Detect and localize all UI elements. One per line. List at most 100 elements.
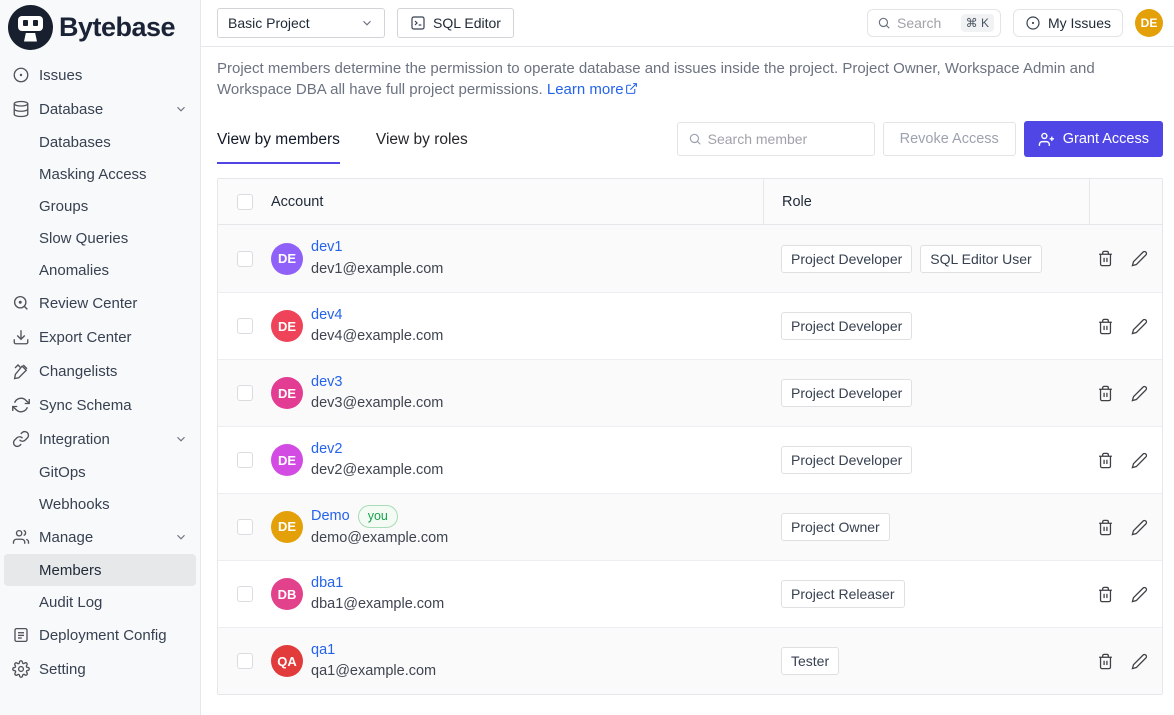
row-checkbox[interactable] bbox=[237, 519, 253, 535]
sql-editor-label: SQL Editor bbox=[433, 15, 501, 31]
project-select-value: Basic Project bbox=[228, 15, 310, 31]
sidebar-item-webhooks[interactable]: Webhooks bbox=[4, 488, 196, 520]
delete-member-button[interactable] bbox=[1097, 586, 1114, 603]
member-name-link[interactable]: qa1 bbox=[311, 640, 436, 661]
select-all-checkbox[interactable] bbox=[237, 194, 253, 210]
external-link-icon bbox=[625, 80, 638, 93]
sql-editor-button[interactable]: SQL Editor bbox=[397, 8, 514, 38]
edit-member-button[interactable] bbox=[1131, 519, 1148, 536]
sidebar-item-slow-queries[interactable]: Slow Queries bbox=[4, 222, 196, 254]
search-member-input[interactable]: Search member bbox=[677, 122, 875, 156]
sidebar-item-masking-access[interactable]: Masking Access bbox=[4, 158, 196, 190]
grant-access-label: Grant Access bbox=[1063, 131, 1149, 147]
grant-access-button[interactable]: Grant Access bbox=[1024, 121, 1163, 157]
search-member-placeholder: Search member bbox=[708, 131, 808, 147]
member-name-link[interactable]: Demo bbox=[311, 506, 350, 527]
row-checkbox[interactable] bbox=[237, 653, 253, 669]
project-select[interactable]: Basic Project bbox=[217, 8, 385, 38]
users-icon bbox=[12, 528, 30, 546]
brand-name: Bytebase bbox=[59, 12, 175, 43]
role-chip: Project Developer bbox=[781, 446, 912, 474]
row-checkbox[interactable] bbox=[237, 318, 253, 334]
sidebar-item-anomalies[interactable]: Anomalies bbox=[4, 254, 196, 286]
sidebar-item-audit-log[interactable]: Audit Log bbox=[4, 586, 196, 618]
sidebar-item-databases[interactable]: Databases bbox=[4, 126, 196, 158]
delete-member-button[interactable] bbox=[1097, 318, 1114, 335]
avatar: DE bbox=[271, 243, 303, 275]
chevron-down-icon bbox=[174, 530, 188, 544]
tab-view-by-members[interactable]: View by members bbox=[217, 131, 340, 164]
sidebar-item-manage[interactable]: Manage bbox=[4, 520, 196, 554]
edit-member-button[interactable] bbox=[1131, 250, 1148, 267]
edit-member-button[interactable] bbox=[1131, 653, 1148, 670]
row-checkbox[interactable] bbox=[237, 586, 253, 602]
sidebar-item-label: Review Center bbox=[39, 295, 137, 312]
sidebar-item-database[interactable]: Database bbox=[4, 92, 196, 126]
member-name-link[interactable]: dev2 bbox=[311, 439, 443, 460]
download-icon bbox=[12, 328, 30, 346]
sidebar-item-label: Setting bbox=[39, 661, 86, 678]
global-search-input[interactable]: Search ⌘ K bbox=[867, 9, 1001, 37]
edit-member-button[interactable] bbox=[1131, 385, 1148, 402]
role-chip: Project Developer bbox=[781, 245, 912, 273]
user-avatar[interactable]: DE bbox=[1135, 9, 1163, 37]
tab-view-by-roles[interactable]: View by roles bbox=[376, 131, 468, 164]
member-name-link[interactable]: dba1 bbox=[311, 573, 444, 594]
sidebar-item-label: Webhooks bbox=[39, 496, 110, 513]
member-controls: Search member Revoke Access Grant Access bbox=[677, 121, 1163, 164]
sidebar-item-groups[interactable]: Groups bbox=[4, 190, 196, 222]
terminal-square-icon bbox=[410, 15, 426, 31]
delete-member-button[interactable] bbox=[1097, 250, 1114, 267]
member-name-link[interactable]: dev1 bbox=[311, 237, 443, 258]
role-chip: Tester bbox=[781, 647, 839, 675]
sidebar-item-setting[interactable]: Setting bbox=[4, 652, 196, 686]
search-placeholder: Search bbox=[897, 15, 955, 31]
edit-member-button[interactable] bbox=[1131, 452, 1148, 469]
sidebar-item-sync-schema[interactable]: Sync Schema bbox=[4, 388, 196, 422]
member-email: dev3@example.com bbox=[311, 393, 443, 414]
actions-column-header bbox=[1089, 179, 1162, 224]
sidebar-item-label: GitOps bbox=[39, 464, 86, 481]
sidebar-item-review-center[interactable]: Review Center bbox=[4, 286, 196, 320]
sidebar-item-members[interactable]: Members bbox=[4, 554, 196, 586]
circle-dot-icon bbox=[12, 66, 30, 84]
row-checkbox[interactable] bbox=[237, 452, 253, 468]
edit-member-button[interactable] bbox=[1131, 318, 1148, 335]
circle-dot-icon bbox=[1025, 15, 1041, 31]
delete-member-button[interactable] bbox=[1097, 653, 1114, 670]
sidebar-item-label: Slow Queries bbox=[39, 230, 128, 247]
search-icon bbox=[877, 16, 891, 30]
table-row: DE dev2 dev2@example.com Project Develop… bbox=[218, 426, 1162, 493]
row-checkbox[interactable] bbox=[237, 385, 253, 401]
brand-logo[interactable]: Bytebase bbox=[0, 0, 200, 56]
sidebar-item-gitops[interactable]: GitOps bbox=[4, 456, 196, 488]
table-row: DE dev4 dev4@example.com Project Develop… bbox=[218, 292, 1162, 359]
avatar: DE bbox=[271, 444, 303, 476]
role-chip: SQL Editor User bbox=[920, 245, 1041, 273]
chevron-down-icon bbox=[360, 16, 374, 30]
member-name-link[interactable]: dev4 bbox=[311, 305, 443, 326]
sidebar-item-issues[interactable]: Issues bbox=[4, 58, 196, 92]
row-checkbox[interactable] bbox=[237, 251, 253, 267]
sidebar-item-export-center[interactable]: Export Center bbox=[4, 320, 196, 354]
revoke-access-button[interactable]: Revoke Access bbox=[883, 122, 1016, 156]
table-row: DE dev1 dev1@example.com Project Develop… bbox=[218, 225, 1162, 292]
role-chip: Project Releaser bbox=[781, 580, 905, 608]
delete-member-button[interactable] bbox=[1097, 519, 1114, 536]
avatar: DB bbox=[271, 578, 303, 610]
members-table: Account Role DE dev1 dev1@example.com bbox=[217, 178, 1163, 695]
user-plus-icon bbox=[1038, 131, 1055, 148]
sidebar-item-deployment-config[interactable]: Deployment Config bbox=[4, 618, 196, 652]
topbar-right: Search ⌘ K My Issues DE bbox=[867, 9, 1163, 37]
member-name-link[interactable]: dev3 bbox=[311, 372, 443, 393]
edit-member-button[interactable] bbox=[1131, 586, 1148, 603]
sidebar-item-integration[interactable]: Integration bbox=[4, 422, 196, 456]
delete-member-button[interactable] bbox=[1097, 385, 1114, 402]
sidebar: Bytebase Issues Database Databases Maski… bbox=[0, 0, 201, 715]
learn-more-link[interactable]: Learn more bbox=[547, 81, 624, 98]
delete-member-button[interactable] bbox=[1097, 452, 1114, 469]
sidebar-item-label: Masking Access bbox=[39, 166, 147, 183]
sidebar-item-changelists[interactable]: Changelists bbox=[4, 354, 196, 388]
role-chip: Project Owner bbox=[781, 513, 890, 541]
my-issues-button[interactable]: My Issues bbox=[1013, 9, 1123, 37]
